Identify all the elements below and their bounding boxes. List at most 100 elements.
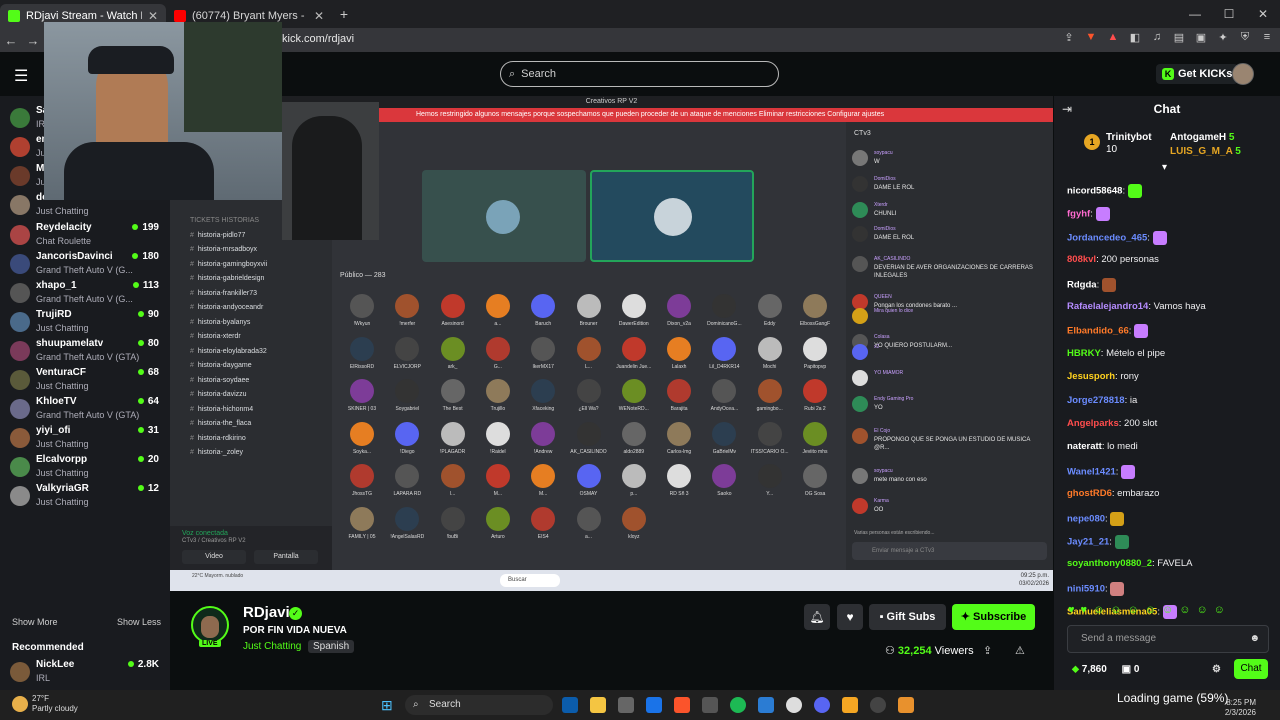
music-icon[interactable]: ♫ xyxy=(1150,31,1164,45)
chat-username: Rdgda xyxy=(1067,279,1097,291)
notification-bell-button[interactable]: 🔔︎ xyxy=(804,604,830,630)
chat-message: nini5910: xyxy=(1067,581,1272,596)
leo-icon[interactable]: ✦ xyxy=(1216,31,1230,45)
system-clock[interactable]: 8:25 PM 2/3/2026 xyxy=(1225,698,1256,718)
sidebar-item-streamer[interactable]: Elcalvorpp Just Chatting 20 xyxy=(10,454,165,483)
share-icon[interactable]: ⇪ xyxy=(1062,31,1076,45)
hamburger-menu-icon[interactable]: ☰ xyxy=(14,66,28,86)
chat-text: ia xyxy=(1129,394,1138,406)
extension-icon[interactable]: ◧ xyxy=(1128,31,1142,45)
sidebar-item-streamer[interactable]: xhapo_1 Grand Theft Auto V (G... 113 xyxy=(10,280,165,309)
spotify-icon[interactable] xyxy=(730,697,746,713)
sidebar-item-streamer[interactable]: KhloeTV Grand Theft Auto V (GTA) 64 xyxy=(10,396,165,425)
sidebar-item-streamer[interactable]: Reydelacity Chat Roulette 199 xyxy=(10,222,165,251)
viewer-count: 31 xyxy=(137,425,159,436)
sidebar-icon[interactable]: ▤ xyxy=(1172,31,1186,45)
leader-name: AntogameH 5 xyxy=(1170,132,1235,143)
emote-icon xyxy=(1134,324,1149,339)
brave-shield-icon[interactable]: ▼ xyxy=(1084,31,1098,45)
discord-member: Saoko xyxy=(702,464,746,506)
vpn-icon[interactable]: ⛨ xyxy=(1238,31,1252,45)
viewer-count: 12 xyxy=(137,483,159,494)
search-icon: ⌕ xyxy=(413,699,419,710)
stream-category[interactable]: Just Chatting xyxy=(243,641,301,652)
chat-message-input[interactable]: Send a message ☻ xyxy=(1067,625,1269,653)
language-tag[interactable]: Spanish xyxy=(308,640,355,653)
forward-icon[interactable]: → xyxy=(22,33,44,48)
discord-member: Juandelin Jue... xyxy=(612,336,656,379)
back-icon[interactable]: ← xyxy=(0,33,22,48)
outlook-icon[interactable] xyxy=(646,697,662,713)
sidebar-item-nicklee[interactable]: NickLee IRL 2.8K xyxy=(10,659,165,688)
video-tile-speaking xyxy=(590,170,754,262)
streamer-taskbar: 22°C Mayorm. nublado Buscar 09:25 p.m. 0… xyxy=(170,570,1053,591)
sidebar-item-streamer[interactable]: VenturaCF Just Chatting 68 xyxy=(10,367,165,396)
rewards-icon[interactable]: ▲ xyxy=(1106,31,1120,45)
discord-member: Lalaxh xyxy=(657,336,701,379)
close-tab-icon[interactable]: ✕ xyxy=(314,9,324,23)
subscribe-button[interactable]: ✦ Subscribe xyxy=(952,604,1035,630)
discord-member: !AngelSalasRD xyxy=(385,506,429,549)
discord-member: SKINER | 03 xyxy=(340,379,384,421)
emote-icon xyxy=(1101,277,1116,292)
minimize-icon[interactable]: — xyxy=(1178,7,1212,21)
chat-message: Wanel1421: xyxy=(1067,464,1272,479)
streamer-avatar[interactable] xyxy=(191,606,229,644)
obs-icon[interactable] xyxy=(786,697,802,713)
streamer-category: IRL xyxy=(36,673,51,683)
user-avatar[interactable] xyxy=(1232,63,1254,85)
emote-bar[interactable]: ♥♥☺☺☺☺☺☺☺☺ xyxy=(1068,604,1231,616)
store-icon[interactable] xyxy=(618,697,634,713)
weather-icon xyxy=(12,696,28,712)
windows-taskbar: 27°F Partly cloudy ⊞ ⌕ Search Loading ga… xyxy=(0,690,1280,720)
discord-member: The Best xyxy=(431,379,475,421)
edge-icon[interactable] xyxy=(562,697,578,713)
discord-icon[interactable] xyxy=(814,697,830,713)
wallet-icon[interactable]: ▣ xyxy=(1194,31,1208,45)
app-icon[interactable] xyxy=(702,697,718,713)
emoji-icon[interactable]: ☻ xyxy=(1249,626,1260,652)
vscode-icon[interactable] xyxy=(758,697,774,713)
app-icon[interactable] xyxy=(898,697,914,713)
discord-member: GaBrielMv xyxy=(702,421,746,464)
streamer-weather: 22°C Mayorm. nublado xyxy=(192,573,244,579)
settings-gear-icon[interactable]: ⚙ xyxy=(1212,664,1221,675)
kick-points[interactable]: ⬥ 7,860 ▣ 0 ⚙ xyxy=(1072,664,1221,675)
close-window-icon[interactable]: ✕ xyxy=(1246,7,1280,21)
chat-message: Jay21_21: xyxy=(1067,535,1272,549)
menu-icon[interactable]: ≡ xyxy=(1260,31,1274,45)
get-kicks-button[interactable]: K Get KICKs xyxy=(1156,64,1239,84)
streamer-name[interactable]: RDjavi xyxy=(243,604,290,621)
show-less-link[interactable]: Show Less xyxy=(117,617,161,627)
share-icon[interactable]: ⇪ xyxy=(983,644,992,657)
steam-icon[interactable] xyxy=(870,697,886,713)
discord-channel: # historia-eloylabrada32 xyxy=(190,347,267,355)
url-field[interactable]: kick.com/rdjavi xyxy=(282,33,354,45)
show-more-link[interactable]: Show More xyxy=(12,617,58,627)
maximize-icon[interactable]: ☐ xyxy=(1212,7,1246,21)
sidebar-item-streamer[interactable]: TrujiRD Just Chatting 90 xyxy=(10,309,165,338)
close-tab-icon[interactable]: ✕ xyxy=(148,9,158,23)
new-tab-button[interactable]: + xyxy=(332,6,356,22)
expand-icon[interactable]: ▾ xyxy=(1162,162,1167,173)
app-icon[interactable] xyxy=(842,697,858,713)
sidebar-item-streamer[interactable]: ValkyriaGR Just Chatting 12 xyxy=(10,483,165,512)
gift-subs-button[interactable]: ▪ Gift Subs xyxy=(869,604,946,630)
sidebar-item-streamer[interactable]: yiyi_ofi Just Chatting 31 xyxy=(10,425,165,454)
weather-widget[interactable]: 27°F Partly cloudy xyxy=(32,694,78,714)
file-explorer-icon[interactable] xyxy=(590,697,606,713)
discord-member: AK_CASILINDO xyxy=(567,421,611,464)
send-chat-button[interactable]: Chat xyxy=(1234,659,1268,679)
discord-member: !Wkyun xyxy=(340,294,384,336)
chat-text: 200 slot xyxy=(1124,418,1158,429)
search-input[interactable]: ⌕ Search xyxy=(500,61,779,87)
windows-start-icon[interactable]: ⊞ xyxy=(381,697,397,713)
report-icon[interactable]: ⚠ xyxy=(1015,644,1025,657)
verified-icon: ✓ xyxy=(289,607,302,620)
discord-member: Dixon_v2a xyxy=(657,294,701,336)
taskbar-search[interactable]: ⌕ Search xyxy=(405,695,553,715)
sidebar-item-streamer[interactable]: shuupamelatv Grand Theft Auto V (GTA) 80 xyxy=(10,338,165,367)
brave-icon[interactable] xyxy=(674,697,690,713)
follow-button[interactable]: ♥ xyxy=(837,604,863,630)
sidebar-item-streamer[interactable]: JancorisDavinci Grand Theft Auto V (G... 1… xyxy=(10,251,165,280)
